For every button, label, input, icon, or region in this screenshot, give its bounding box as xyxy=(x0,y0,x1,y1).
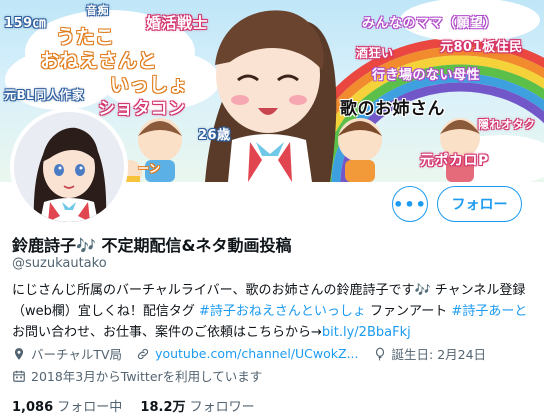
banner-tag-height: 159㎝ xyxy=(4,16,47,31)
display-name-suffix: 不定期配信&ネタ動画投稿 xyxy=(95,236,292,255)
follow-button[interactable]: フォロー xyxy=(437,186,522,222)
banner-title-line1: うたこ xyxy=(56,26,115,48)
bio-url-link[interactable]: bit.ly/2BbaFkj xyxy=(322,325,411,340)
more-icon: ••• xyxy=(393,194,427,214)
banner-tag-age: 26歳 xyxy=(198,128,231,143)
banner-tag-ikiba: 行き場のない母性 xyxy=(372,68,481,83)
banner-tag-shotacon: ショタコン xyxy=(98,99,186,119)
display-name-text: 鈴鹿詩子 xyxy=(12,236,77,255)
bio-text-1: にじさんじ所属のバーチャルライバー、歌のお姉さんの鈴鹿詩子です xyxy=(12,283,415,298)
balloon-icon xyxy=(375,347,384,361)
banner-tag-porn: 元ポカロP xyxy=(420,153,489,169)
banner-tag-mama: みんなのママ（願望） xyxy=(362,16,498,31)
bio-text-3: ファンアート xyxy=(365,304,452,319)
link-icon xyxy=(137,348,149,359)
banner-tag-chaos: ーン xyxy=(138,162,161,175)
followers-label[interactable]: フォロワー xyxy=(190,400,255,415)
location-pin-icon xyxy=(14,347,24,360)
following-label[interactable]: フォロー中 xyxy=(57,400,122,415)
followers-count[interactable]: 18.2万 xyxy=(140,400,185,415)
display-name: 鈴鹿詩子🎶 不定期配信&ネタ動画投稿 xyxy=(12,232,291,256)
website-link[interactable]: youtube.com/channel/UCwokZ... xyxy=(155,346,358,361)
birthday-text: 誕生日: 2月24日 xyxy=(391,347,487,362)
bio-text-4: お問い合わせ、お仕事、案件のご依頼はこちらから→ xyxy=(12,325,322,340)
location-item: バーチャルTV局 xyxy=(12,344,122,363)
follow-stats: 1,086 フォロー中 18.2万 フォロワー xyxy=(12,396,269,415)
following-count[interactable]: 1,086 xyxy=(12,400,53,415)
joined-item: 2018年3月からTwitterを利用しています xyxy=(12,366,262,385)
banner-tag-music: 音痴 xyxy=(86,4,109,17)
location-text: バーチャルTV局 xyxy=(31,347,123,362)
banner-tag-konkatsu: 婚活戦士 xyxy=(146,14,209,32)
banner-title-line3: いっしょ xyxy=(110,74,189,96)
birthday-item: 誕生日: 2月24日 xyxy=(373,344,487,363)
banner-tag-onesan: 歌のお姉さん xyxy=(340,99,445,119)
avatar-illustration xyxy=(14,112,124,222)
calendar-icon xyxy=(13,370,25,382)
profile-meta-row: バーチャルTV局 youtube.com/channel/UCwokZ... 誕… xyxy=(12,344,500,363)
banner-tag-otaku: 隠れオタク xyxy=(478,118,536,131)
banner-title-line2: おねえさんと xyxy=(40,50,158,72)
website-item[interactable]: youtube.com/channel/UCwokZ... xyxy=(136,346,359,361)
banner-tag-bl: 元BL同人作家 xyxy=(4,88,85,102)
bio-music-note-icon: 🎶 xyxy=(414,283,431,298)
joined-row: 2018年3月からTwitterを利用しています xyxy=(12,366,276,385)
hashtag-link-utako[interactable]: #詩子おねえさんといっしょ xyxy=(199,304,366,319)
profile-avatar[interactable] xyxy=(10,108,128,226)
hashtag-link-art[interactable]: #詩子あーと xyxy=(451,304,527,319)
joined-text: 2018年3月からTwitterを利用しています xyxy=(31,369,263,384)
banner-tag-sakekurui: 酒狂い xyxy=(356,46,394,60)
banner-tag-board: 元801板住民 xyxy=(440,40,523,55)
music-note-icon: 🎶 xyxy=(76,236,96,255)
more-options-button[interactable]: ••• xyxy=(392,186,428,222)
user-handle: @suzukautako xyxy=(12,256,107,271)
profile-bio: にじさんじ所属のバーチャルライバー、歌のお姉さんの鈴鹿詩子です🎶 チャンネル登録… xyxy=(12,280,532,343)
